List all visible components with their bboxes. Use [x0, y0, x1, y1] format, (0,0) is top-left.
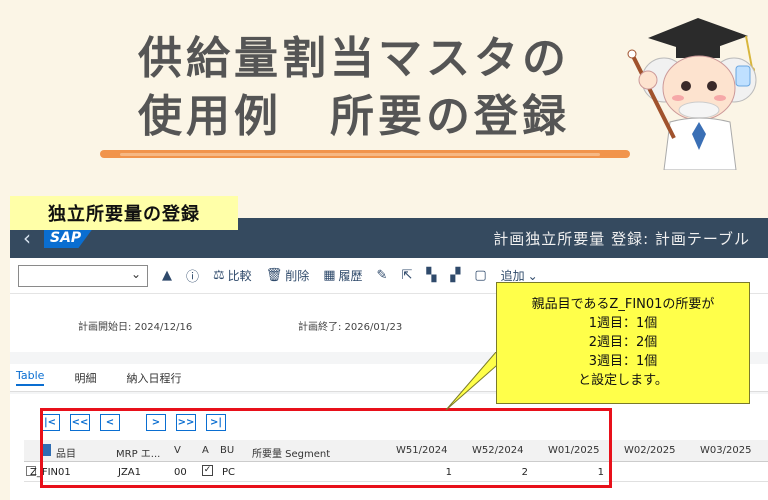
- app-title: 計画独立所要量 登録: 計画テーブル: [493, 229, 750, 248]
- hat-button[interactable]: ▲: [162, 268, 172, 283]
- layout-button-1[interactable]: ▚: [426, 268, 436, 283]
- trash-icon: 🗑: [265, 268, 283, 283]
- callout-line1: 親品目であるZ_FIN01の所要が: [531, 297, 715, 312]
- grid-outline-icon: ▢: [474, 268, 487, 283]
- professor-illustration: [627, 18, 757, 170]
- history-button[interactable]: ▦ 履歴: [323, 267, 362, 284]
- col-w03[interactable]: W03/2025: [700, 445, 751, 456]
- chevron-down-icon: ⌄: [527, 268, 538, 283]
- info-button[interactable]: ⓘ: [186, 266, 199, 285]
- callout-line2: 1週目：1個: [588, 316, 658, 331]
- compare-button[interactable]: ⚖ 比較: [213, 267, 252, 284]
- delete-label: 削除: [285, 269, 310, 283]
- plan-start-date: 計画開始日: 2024/12/16: [78, 322, 193, 333]
- tab-table[interactable]: Table: [16, 369, 45, 386]
- callout-line3: 2週目：2個: [588, 335, 658, 350]
- cursor-icon: ⇱: [401, 268, 413, 283]
- variant-select[interactable]: ⌄: [18, 264, 148, 287]
- delete-button[interactable]: 🗑 削除: [266, 267, 310, 284]
- compare-label: 比較: [227, 269, 252, 283]
- compare-icon: ⚖: [213, 268, 225, 283]
- layout-icon: ▚: [426, 268, 437, 283]
- hat-icon: ▲: [162, 268, 172, 283]
- chevron-down-icon: ⌄: [130, 266, 141, 281]
- history-label: 履歴: [338, 269, 363, 283]
- grid-icon: ▞: [450, 268, 461, 283]
- section-label: 独立所要量の登録: [10, 196, 238, 230]
- tab-schedule-lines[interactable]: 納入日程行: [126, 370, 181, 386]
- tab-details[interactable]: 明細: [74, 370, 96, 386]
- layout-button-2[interactable]: ▞: [450, 268, 460, 283]
- layout-button-3[interactable]: ▢: [474, 268, 486, 283]
- plan-end-date: 計画終了: 2026/01/23: [298, 322, 403, 333]
- pointer-button[interactable]: ⇱: [401, 268, 412, 283]
- edit-icon: ✎: [376, 268, 388, 283]
- col-w02[interactable]: W02/2025: [624, 445, 675, 456]
- callout-line5: と設定します。: [578, 373, 668, 388]
- sap-logo: SAP: [44, 228, 94, 248]
- callout-note: 親品目であるZ_FIN01の所要が 1週目：1個 2週目：2個 3週目：1個 と…: [496, 282, 750, 404]
- history-icon: ▦: [323, 268, 336, 283]
- title-underline: [100, 150, 630, 158]
- callout-line4: 3週目：1個: [588, 354, 658, 369]
- highlight-box: [40, 408, 612, 488]
- info-icon: ⓘ: [186, 270, 200, 285]
- edit-button[interactable]: ✎: [377, 268, 388, 283]
